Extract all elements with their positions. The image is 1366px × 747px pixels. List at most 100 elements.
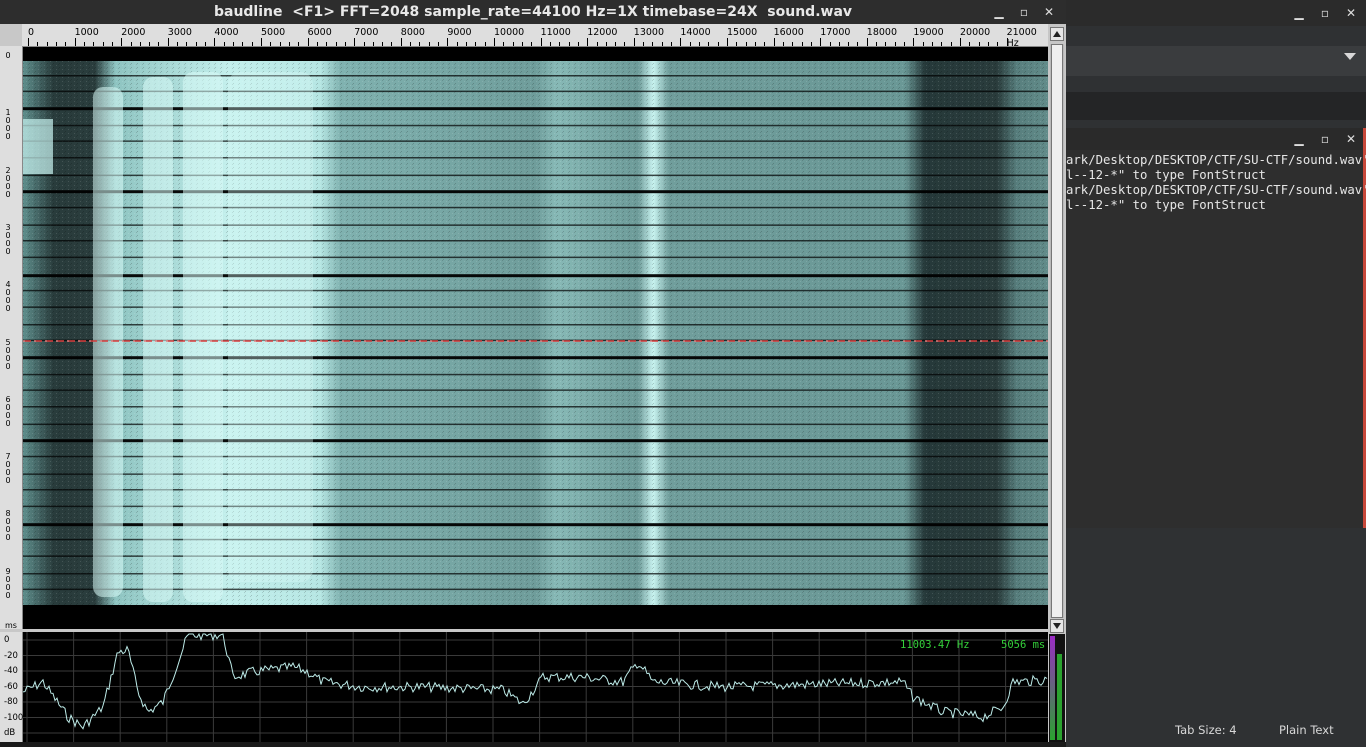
spectrogram-stripe — [23, 256, 1048, 259]
freq-tick — [270, 42, 272, 46]
window-title: baudline <F1> FFT=2048 sample_rate=44100… — [213, 4, 853, 20]
freq-tick-label: 0 — [28, 27, 35, 38]
freq-tick — [512, 42, 514, 46]
terminal-line: ark/Desktop/DESKTOP/CTF/SU-CTF/sound.wav… — [1066, 183, 1366, 197]
spectrogram-stripe — [23, 140, 1048, 142]
freq-tick-label: 18000 — [866, 27, 898, 38]
freq-tick-label: 14000 — [680, 27, 711, 38]
freq-tick — [242, 42, 244, 46]
spectrogram-stripe — [23, 274, 1048, 278]
freq-tick — [354, 38, 356, 46]
spectrogram-display[interactable] — [23, 47, 1048, 629]
freq-tick — [745, 42, 747, 46]
freq-tick — [410, 42, 412, 46]
minimize-icon[interactable]: ▁ — [1292, 132, 1306, 146]
tab-size-status[interactable]: Tab Size: 4 — [1175, 723, 1237, 737]
freq-tick — [736, 42, 738, 46]
syntax-status[interactable]: Plain Text — [1279, 723, 1334, 737]
freq-tick — [987, 42, 989, 46]
time-tick-label: 1 0 0 0 — [5, 108, 11, 142]
freq-tick-label: 2000 — [121, 27, 146, 38]
freq-tick — [699, 42, 701, 46]
freq-tick — [428, 42, 430, 46]
frequency-readout: 11003.47 Hz — [900, 639, 970, 651]
freq-tick-label: 20000 — [960, 27, 991, 38]
terminal-output[interactable]: ark/Desktop/DESKTOP/CTF/SU-CTF/sound.wav… — [1066, 150, 1366, 528]
time-ruler[interactable]: 0 1 0 0 0 2 0 0 0 3 0 0 0 4 0 0 0 5 0 0 0 6 0 … — [0, 46, 23, 630]
freq-tick — [251, 42, 253, 46]
maximize-icon[interactable]: ▫ — [1017, 5, 1031, 19]
frequency-ruler[interactable]: 0 1000 2000 3000 4000 5000 6000 7000 8000 9000 100… — [22, 24, 1048, 49]
freq-tick — [643, 42, 645, 46]
freq-tick — [540, 38, 542, 46]
scroll-down-button[interactable] — [1050, 619, 1064, 633]
freq-tick — [130, 42, 132, 46]
spectrogram-stripe — [23, 538, 1048, 541]
time-tick-label: 0 — [5, 51, 11, 60]
freq-tick — [391, 42, 393, 46]
freq-tick — [326, 42, 328, 46]
terminal-line: ark/Desktop/DESKTOP/CTF/SU-CTF/sound.wav… — [1066, 153, 1366, 167]
spectrogram-stripe — [23, 588, 1048, 591]
spectrogram-stripe — [23, 240, 1048, 242]
spectrogram-stripe — [23, 555, 1048, 557]
freq-tick — [233, 42, 235, 46]
spectrogram-stripe — [23, 489, 1048, 491]
freq-tick — [904, 42, 906, 46]
close-icon[interactable]: ✕ — [1344, 132, 1358, 146]
scroll-thumb[interactable] — [1051, 44, 1063, 618]
terminal-line: l--12-*" to type FontStruct — [1066, 198, 1266, 212]
chevron-down-icon[interactable] — [1344, 53, 1356, 60]
arrow-down-icon — [1053, 623, 1061, 629]
close-icon[interactable]: ✕ — [1344, 6, 1358, 20]
time-tick-label: 5 0 0 0 — [5, 337, 11, 371]
vertical-scrollbar[interactable] — [1048, 24, 1066, 636]
terminal-line: l--12-*" to type FontStruct — [1066, 168, 1266, 182]
freq-tick — [773, 38, 775, 46]
time-tick-label: 8 0 0 0 — [5, 509, 11, 543]
spectrum-graph — [22, 632, 1053, 742]
freq-tick-label: 5000 — [261, 27, 286, 38]
freq-tick-label: 9000 — [447, 27, 472, 38]
freq-tick — [782, 42, 784, 46]
freq-tick — [261, 38, 262, 46]
level-bar-right — [1057, 654, 1062, 740]
freq-tick — [279, 42, 281, 46]
freq-tick-label: 17000 — [820, 27, 851, 38]
freq-tick — [941, 42, 943, 46]
freq-tick — [400, 38, 402, 46]
freq-tick-label: 19000 — [913, 27, 944, 38]
time-tick-label: 3 0 0 0 — [5, 222, 11, 256]
freq-tick — [288, 42, 290, 46]
freq-tick — [484, 42, 486, 46]
freq-tick-label: 8000 — [400, 27, 425, 38]
arrow-up-icon — [1053, 31, 1061, 37]
freq-tick — [838, 42, 840, 46]
freq-tick — [419, 42, 421, 46]
editor-titlebar: ▁ ▫ ✕ — [1066, 0, 1366, 26]
window-titlebar[interactable]: baudline <F1> FFT=2048 sample_rate=44100… — [0, 0, 1066, 24]
freq-tick — [475, 42, 477, 46]
freq-tick — [503, 42, 505, 46]
freq-tick — [158, 42, 160, 46]
freq-tick-label: 21000 Hz — [1006, 27, 1037, 49]
freq-tick — [456, 42, 458, 46]
freq-tick-label: 11000 — [540, 27, 571, 38]
freq-tick — [111, 42, 113, 46]
minimize-icon[interactable]: ▁ — [992, 5, 1006, 19]
db-ruler[interactable]: 0 -20 -40 -60 -80 -100 dB — [0, 632, 23, 742]
time-tick-label: 9 0 0 0 — [5, 566, 11, 600]
freq-tick — [829, 42, 831, 46]
freq-tick — [466, 42, 468, 46]
editor-tab-strip — [1066, 92, 1366, 120]
minimize-icon[interactable]: ▁ — [1292, 6, 1306, 20]
maximize-icon[interactable]: ▫ — [1318, 132, 1332, 146]
close-icon[interactable]: ✕ — [1042, 5, 1056, 19]
db-tick-label: -40 — [4, 666, 18, 676]
freq-tick — [680, 38, 682, 46]
spectrum-plot[interactable] — [22, 632, 1053, 742]
freq-tick — [447, 38, 449, 46]
maximize-icon[interactable]: ▫ — [1318, 6, 1332, 20]
freq-tick — [494, 38, 495, 46]
scroll-up-button[interactable] — [1050, 27, 1064, 41]
